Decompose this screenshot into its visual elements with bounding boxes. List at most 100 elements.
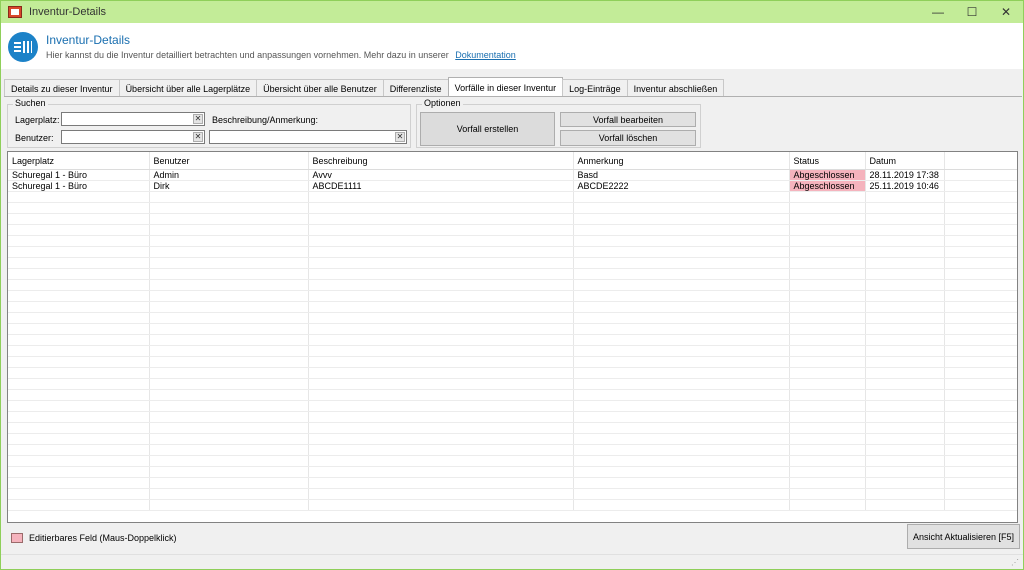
tab-log-eintraege[interactable]: Log-Einträge <box>562 79 628 97</box>
empty-cell <box>789 257 866 269</box>
empty-cell <box>944 323 1017 335</box>
subtitle-text: Hier kannst du die Inventur detailliert … <box>46 50 449 60</box>
minimize-icon[interactable]: — <box>921 1 955 23</box>
col-anmerkung[interactable]: Anmerkung <box>573 152 790 170</box>
clear-benutzer-icon[interactable]: ✕ <box>193 132 203 142</box>
close-icon[interactable]: ✕ <box>989 1 1023 23</box>
beschreibung-label: Beschreibung/Anmerkung: <box>212 115 319 125</box>
empty-row <box>8 312 1017 324</box>
empty-cell <box>8 444 150 456</box>
tab-differenzliste[interactable]: Differenzliste <box>382 79 449 97</box>
empty-cell <box>149 378 309 390</box>
cell-lagerplatz: Schuregal 1 - Büro <box>8 169 150 181</box>
tab-details[interactable]: Details zu dieser Inventur <box>4 79 120 97</box>
empty-cell <box>789 422 866 434</box>
maximize-icon[interactable]: ☐ <box>955 1 989 23</box>
empty-cell <box>149 257 309 269</box>
empty-cell <box>8 477 150 489</box>
empty-cell <box>308 477 574 489</box>
tab-benutzer[interactable]: Übersicht über alle Benutzer <box>256 79 384 97</box>
empty-row <box>8 499 1017 511</box>
empty-cell <box>573 400 790 412</box>
empty-cell <box>865 334 945 346</box>
documentation-link[interactable]: Dokumentation <box>455 50 516 60</box>
empty-row <box>8 389 1017 401</box>
col-benutzer[interactable]: Benutzer <box>149 152 309 170</box>
empty-cell <box>865 389 945 401</box>
empty-row <box>8 279 1017 291</box>
benutzer-label: Benutzer: <box>15 133 54 143</box>
empty-cell <box>149 224 309 236</box>
empty-cell <box>944 213 1017 225</box>
empty-cell <box>865 499 945 511</box>
empty-cell <box>789 290 866 302</box>
empty-cell <box>308 235 574 247</box>
tab-vorfaelle[interactable]: Vorfälle in dieser Inventur <box>447 77 564 97</box>
empty-row <box>8 411 1017 423</box>
empty-cell <box>944 191 1017 203</box>
empty-cell <box>944 334 1017 346</box>
cell-lagerplatz: Schuregal 1 - Büro <box>8 180 150 192</box>
empty-cell <box>308 268 574 280</box>
tab-lagerplaetze[interactable]: Übersicht über alle Lagerplätze <box>118 79 258 97</box>
col-datum[interactable]: Datum <box>865 152 945 170</box>
empty-cell <box>8 378 150 390</box>
empty-cell <box>149 213 309 225</box>
empty-cell <box>789 455 866 467</box>
benutzer-input[interactable]: ✕ <box>61 130 205 144</box>
empty-cell <box>789 334 866 346</box>
col-filler <box>944 152 1017 170</box>
tab-inventur-abschliessen[interactable]: Inventur abschließen <box>626 79 725 97</box>
table-row[interactable]: Schuregal 1 - Büro Admin Avvv Basd Abges… <box>8 169 1017 181</box>
delete-incident-button[interactable]: Vorfall löschen <box>560 130 696 146</box>
empty-cell <box>865 455 945 467</box>
resize-grip-icon[interactable]: ⋰ <box>1011 558 1021 568</box>
lagerplatz-input[interactable]: ✕ <box>61 112 205 126</box>
empty-cell <box>865 433 945 445</box>
col-beschreibung[interactable]: Beschreibung <box>308 152 574 170</box>
empty-cell <box>149 191 309 203</box>
empty-cell <box>573 378 790 390</box>
empty-cell <box>149 235 309 247</box>
refresh-button[interactable]: Ansicht Aktualisieren [F5] <box>907 524 1020 549</box>
title-bar[interactable]: Inventur-Details — ☐ ✕ <box>1 1 1023 23</box>
create-incident-button[interactable]: Vorfall erstellen <box>420 112 555 146</box>
empty-cell <box>789 235 866 247</box>
col-lagerplatz[interactable]: Lagerplatz <box>8 152 150 170</box>
empty-cell <box>944 444 1017 456</box>
empty-cell <box>149 455 309 467</box>
clear-lagerplatz-icon[interactable]: ✕ <box>193 114 203 124</box>
empty-cell <box>944 224 1017 236</box>
incidents-grid[interactable]: Lagerplatz Benutzer Beschreibung Anmerku… <box>7 151 1018 523</box>
empty-row <box>8 202 1017 214</box>
empty-cell <box>8 312 150 324</box>
empty-cell <box>573 235 790 247</box>
empty-cell <box>865 290 945 302</box>
empty-cell <box>573 488 790 500</box>
empty-cell <box>8 400 150 412</box>
cell-status[interactable]: Abgeschlossen <box>789 169 866 181</box>
empty-cell <box>308 400 574 412</box>
empty-cell <box>149 356 309 368</box>
cell-benutzer: Dirk <box>149 180 309 192</box>
empty-cell <box>308 312 574 324</box>
beschreibung-input[interactable]: ✕ <box>209 130 407 144</box>
empty-cell <box>944 312 1017 324</box>
empty-cell <box>308 345 574 357</box>
col-status[interactable]: Status <box>789 152 866 170</box>
empty-cell <box>308 213 574 225</box>
empty-cell <box>789 499 866 511</box>
empty-cell <box>944 356 1017 368</box>
table-row[interactable]: Schuregal 1 - Büro Dirk ABCDE1111 ABCDE2… <box>8 180 1017 192</box>
cell-status[interactable]: Abgeschlossen <box>789 180 866 192</box>
empty-cell <box>573 422 790 434</box>
empty-cell <box>789 246 866 258</box>
page-subtitle: Hier kannst du die Inventur detailliert … <box>46 50 516 60</box>
cell-anmerkung: Basd <box>573 169 790 181</box>
empty-cell <box>789 477 866 489</box>
empty-cell <box>789 444 866 456</box>
edit-incident-button[interactable]: Vorfall bearbeiten <box>560 112 696 127</box>
empty-cell <box>8 279 150 291</box>
clear-beschreibung-icon[interactable]: ✕ <box>395 132 405 142</box>
empty-cell <box>308 433 574 445</box>
